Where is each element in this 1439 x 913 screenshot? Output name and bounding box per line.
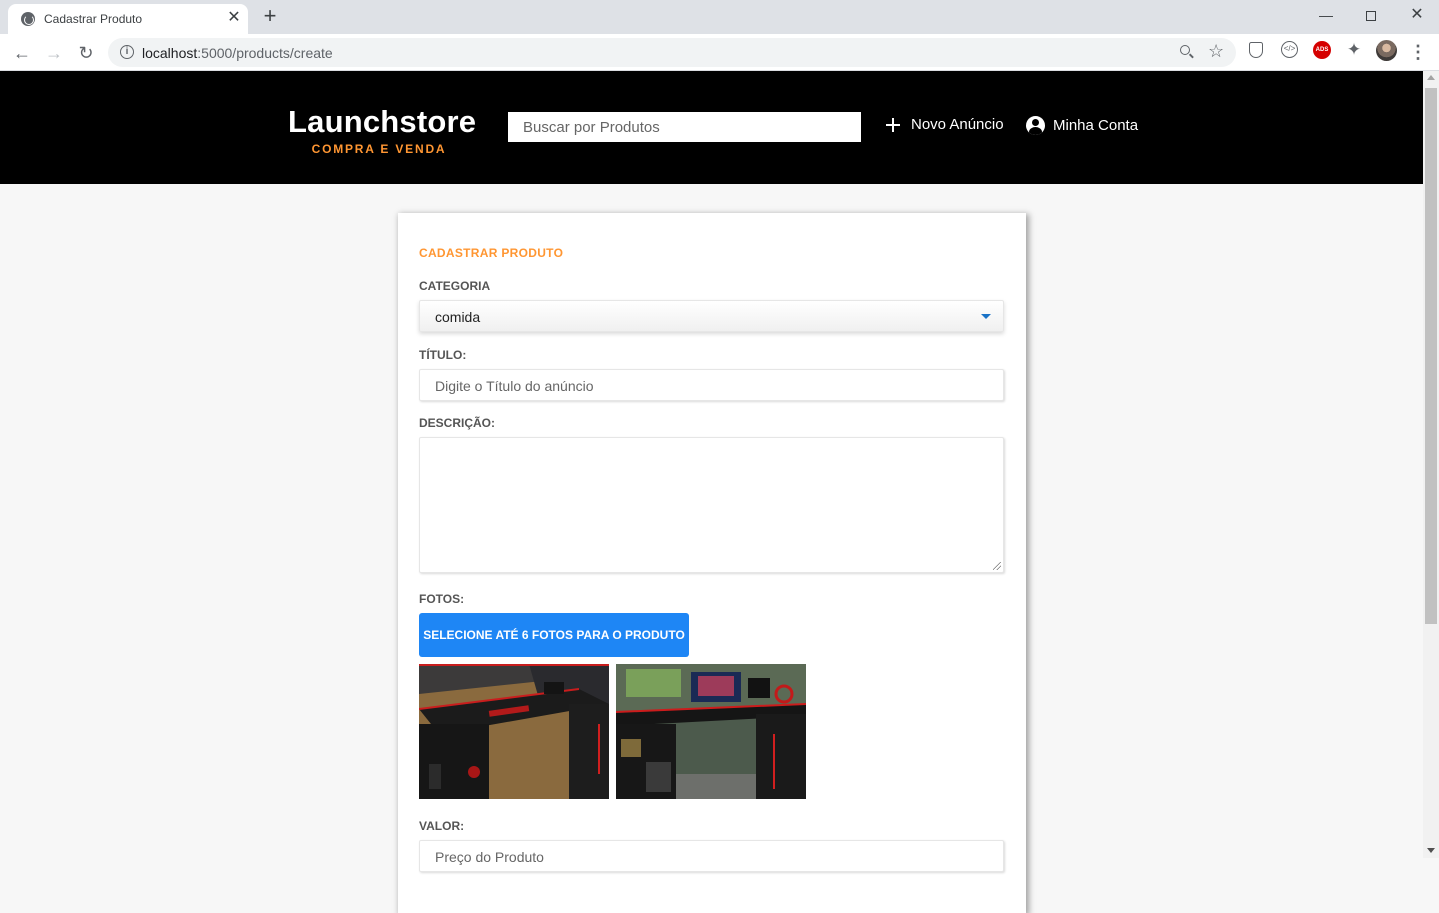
- scroll-thumb[interactable]: [1425, 88, 1437, 624]
- maximize-button[interactable]: [1348, 4, 1394, 26]
- product-form-card: CADASTRAR PRODUTO CATEGORIA comida TÍTUL…: [398, 213, 1026, 913]
- resize-handle-icon[interactable]: [993, 562, 1001, 570]
- close-window-button[interactable]: ✕: [1394, 4, 1439, 26]
- logo-subtitle: COMPRA E VENDA: [311, 142, 447, 156]
- category-label: CATEGORIA: [419, 279, 491, 293]
- title-placeholder: Digite o Título do anúncio: [435, 378, 594, 394]
- star-icon[interactable]: ☆: [1208, 41, 1224, 62]
- avatar[interactable]: [1376, 40, 1397, 61]
- form-title: CADASTRAR PRODUTO: [419, 246, 564, 260]
- scroll-down-icon[interactable]: [1427, 848, 1435, 853]
- new-ad-link[interactable]: Novo Anúncio: [885, 116, 1004, 133]
- site-header: Launchstore COMPRA E VENDA Novo Anúncio …: [0, 71, 1423, 184]
- search-input[interactable]: [508, 112, 861, 142]
- select-photos-button[interactable]: SELECIONE ATÉ 6 FOTOS PARA O PRODUTO: [419, 613, 689, 657]
- account-link[interactable]: Minha Conta: [1026, 116, 1138, 135]
- tab-strip: Cadastrar Produto ✕ + — ✕: [0, 0, 1439, 34]
- minimize-button[interactable]: —: [1303, 4, 1349, 26]
- browser-toolbar: ← → ↻ i localhost:5000/products/create ☆…: [0, 34, 1439, 71]
- price-input[interactable]: Preço do Produto: [419, 840, 1004, 872]
- back-arrow-icon[interactable]: ←: [9, 40, 35, 66]
- description-label: DESCRIÇÃO:: [419, 416, 496, 430]
- restore-icon: [1366, 11, 1376, 21]
- product-photo[interactable]: [616, 664, 806, 799]
- new-ad-label: Novo Anúncio: [911, 116, 1004, 133]
- chevron-down-icon: [981, 314, 991, 319]
- tab-title: Cadastrar Produto: [44, 12, 143, 26]
- plus-icon: [885, 117, 901, 133]
- new-tab-button[interactable]: +: [259, 5, 281, 27]
- description-textarea[interactable]: [419, 437, 1004, 573]
- shield-icon[interactable]: [1249, 42, 1263, 58]
- account-label: Minha Conta: [1053, 117, 1139, 134]
- close-tab-icon[interactable]: ✕: [225, 9, 243, 27]
- price-placeholder: Preço do Produto: [435, 849, 544, 865]
- tab-cadastrar-produto[interactable]: Cadastrar Produto ✕: [8, 4, 248, 34]
- info-icon[interactable]: i: [120, 45, 134, 59]
- zoom-icon[interactable]: [1178, 43, 1196, 61]
- title-input[interactable]: Digite o Título do anúncio: [419, 369, 1004, 401]
- url-path: :5000/products/create: [197, 45, 333, 61]
- reload-icon[interactable]: ↻: [73, 40, 99, 66]
- logo-title: Launchstore: [288, 104, 477, 139]
- code-icon[interactable]: </>: [1281, 41, 1298, 58]
- browser-chrome: Cadastrar Produto ✕ + — ✕ ← → ↻ i localh…: [0, 0, 1439, 71]
- url-text[interactable]: localhost:5000/products/create: [142, 45, 333, 61]
- forward-arrow-icon[interactable]: →: [41, 40, 67, 66]
- value-label: VALOR:: [419, 819, 465, 833]
- title-label: TÍTULO:: [419, 348, 467, 362]
- menu-icon[interactable]: ⋮: [1409, 40, 1427, 64]
- photos-label: FOTOS:: [419, 592, 465, 606]
- globe-icon: [21, 12, 35, 26]
- category-select[interactable]: comida: [419, 300, 1004, 332]
- url-host: localhost: [142, 45, 198, 61]
- ads-icon[interactable]: ADS: [1313, 41, 1331, 59]
- category-value: comida: [435, 309, 481, 325]
- product-photo[interactable]: [419, 664, 609, 799]
- logo[interactable]: Launchstore COMPRA E VENDA: [288, 104, 477, 156]
- address-bar[interactable]: i localhost:5000/products/create ☆: [108, 38, 1236, 67]
- scroll-up-icon[interactable]: [1427, 75, 1435, 80]
- account-icon: [1026, 116, 1045, 135]
- puzzle-icon[interactable]: ✦: [1345, 41, 1363, 59]
- page-scrollbar[interactable]: [1423, 71, 1439, 858]
